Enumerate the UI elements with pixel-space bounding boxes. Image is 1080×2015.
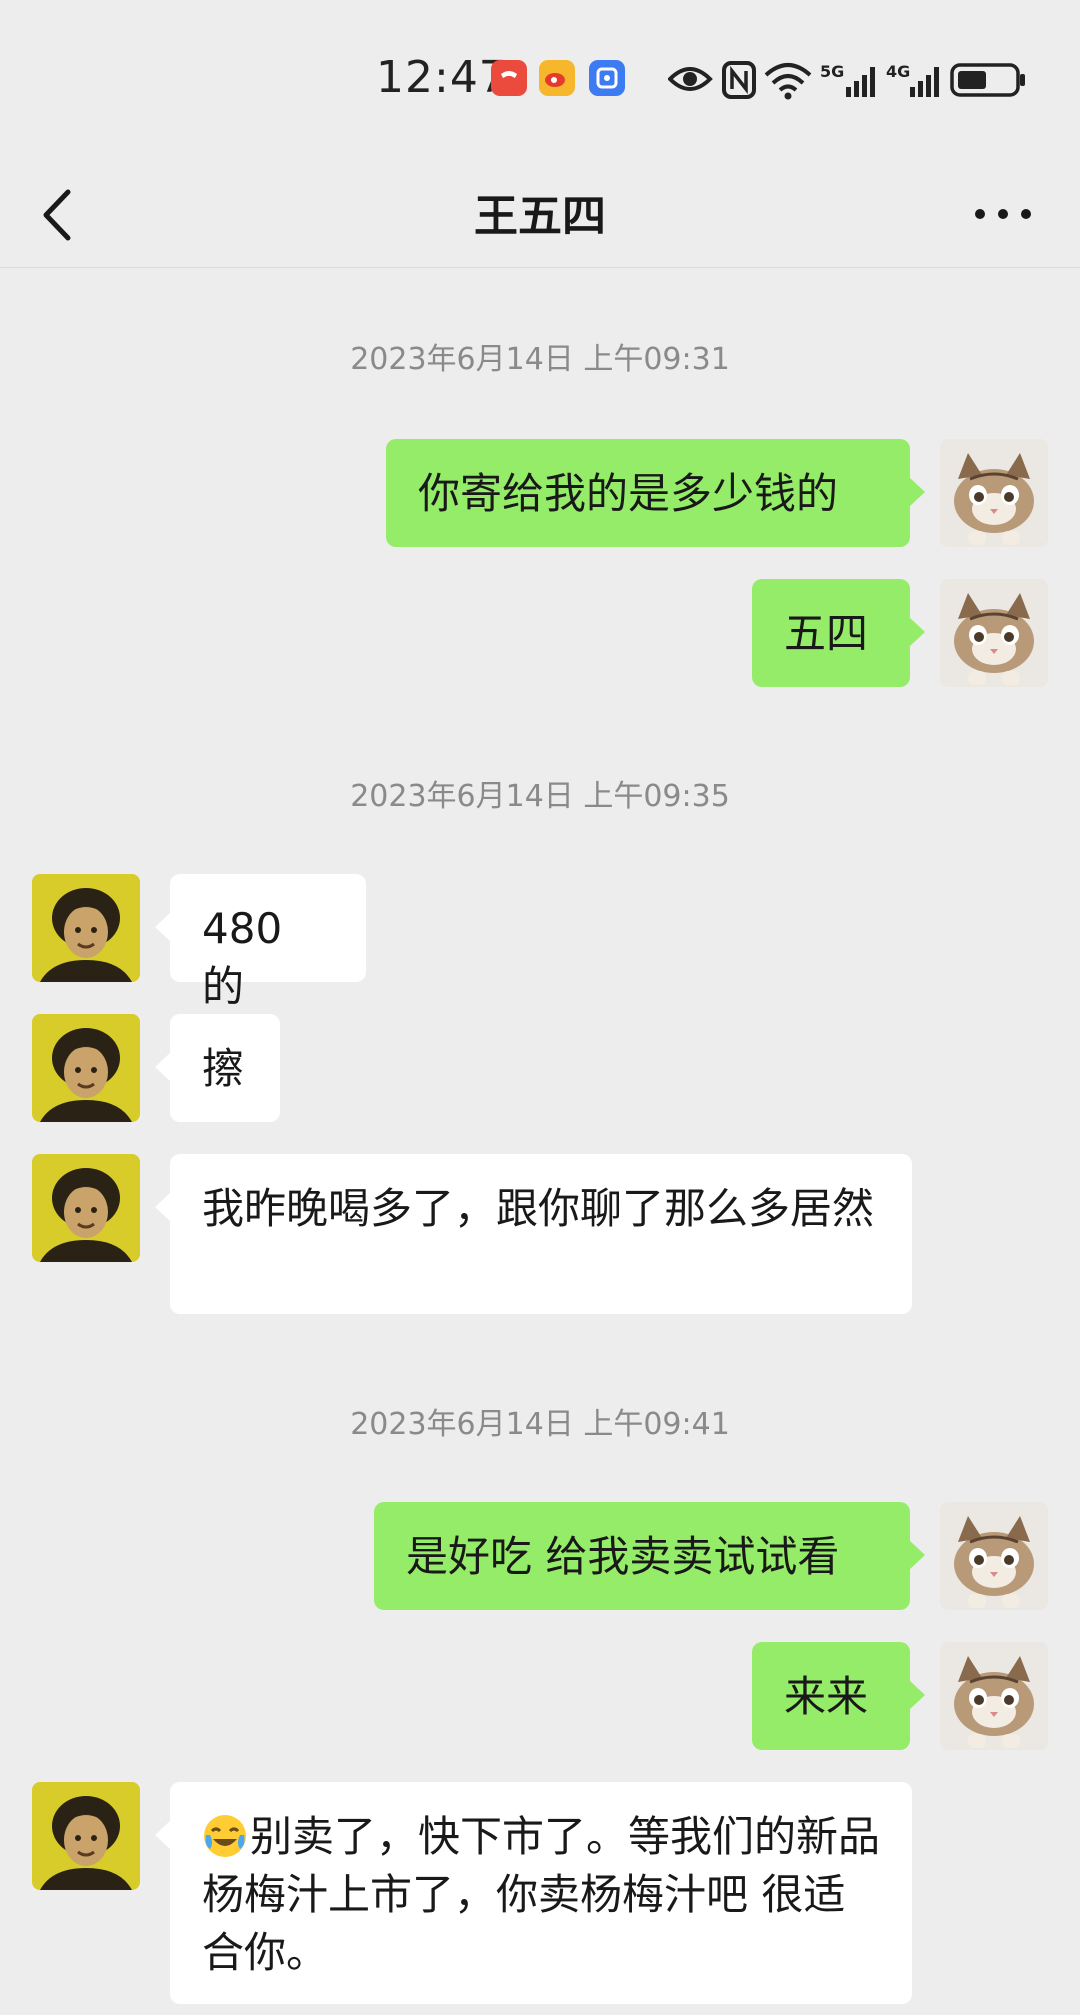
contact-avatar[interactable] (32, 1782, 140, 1890)
cat-avatar-icon (940, 1642, 1048, 1750)
incoming-message-bubble[interactable]: 别卖了，快下市了。等我们的新品杨梅汁上市了，你卖杨梅汁吧 很适合你。 (155, 1782, 912, 2004)
status-bar: 12:47 5G 4G (0, 0, 1080, 160)
chat-title: 王五四 (474, 191, 606, 242)
more-dots-icon (975, 209, 1031, 219)
cat-avatar-icon (940, 439, 1048, 547)
incoming-message-bubble[interactable]: 擦 (155, 1014, 280, 1122)
contact-avatar[interactable] (32, 1154, 140, 1262)
weibo-notification-icon (539, 60, 575, 96)
incoming-message-bubble[interactable]: 我昨晚喝多了，跟你聊了那么多居然 (155, 1154, 912, 1314)
status-icons: 5G 4G (668, 61, 1025, 100)
outgoing-message-bubble[interactable]: 五四 (752, 579, 925, 687)
status-time: 12:47 (376, 52, 508, 103)
message-text: 别卖了，快下市了。等我们的新品杨梅汁上市了，你卖杨梅汁吧 很适合你。 (202, 1812, 881, 1977)
outgoing-message-bubble[interactable]: 你寄给我的是多少钱的 (386, 439, 925, 547)
phone-app-notification-icon (491, 60, 527, 96)
my-avatar[interactable] (940, 1642, 1048, 1750)
message-text: 480 的 (202, 904, 283, 1011)
message-text: 你寄给我的是多少钱的 (418, 469, 839, 518)
person-avatar-icon (32, 874, 140, 982)
cat-avatar-icon (940, 579, 1048, 687)
outgoing-message-bubble[interactable]: 是好吃 给我卖卖试试看 (374, 1502, 925, 1610)
outgoing-message-bubble[interactable]: 来来 (752, 1642, 925, 1750)
battery-icon (950, 63, 1025, 97)
message-timestamp: 2023年6月14日 上午09:35 (350, 779, 730, 814)
person-avatar-icon (32, 1014, 140, 1122)
my-avatar[interactable] (940, 439, 1048, 547)
svg-text:4G: 4G (886, 62, 910, 81)
eye-icon (668, 67, 713, 91)
app-notification-icon (589, 60, 625, 96)
chat-header: 王五四 (0, 160, 1080, 268)
more-options-button[interactable] (968, 186, 1038, 242)
signal-5g-icon: 5G (820, 62, 875, 97)
message-text: 是好吃 给我卖卖试试看 (406, 1532, 840, 1581)
message-text: 我昨晚喝多了，跟你聊了那么多居然 (202, 1184, 875, 1233)
message-timestamp: 2023年6月14日 上午09:31 (350, 342, 730, 377)
cat-avatar-icon (940, 1502, 1048, 1610)
message-timestamp: 2023年6月14日 上午09:41 (350, 1407, 730, 1442)
nfc-icon (722, 61, 756, 99)
my-avatar[interactable] (940, 579, 1048, 687)
message-text: 擦 (202, 1044, 245, 1093)
crying-laughing-emoji-icon (204, 1815, 246, 1857)
my-avatar[interactable] (940, 1502, 1048, 1610)
contact-avatar[interactable] (32, 1014, 140, 1122)
person-avatar-icon (32, 1154, 140, 1262)
svg-text:5G: 5G (820, 62, 844, 81)
message-text: 五四 (784, 609, 869, 658)
person-avatar-icon (32, 1782, 140, 1890)
incoming-message-bubble[interactable]: 480 的 (155, 874, 366, 1011)
signal-4g-icon: 4G (886, 62, 939, 97)
wifi-icon (764, 63, 812, 100)
contact-avatar[interactable] (32, 874, 140, 982)
message-text: 来来 (784, 1672, 869, 1721)
